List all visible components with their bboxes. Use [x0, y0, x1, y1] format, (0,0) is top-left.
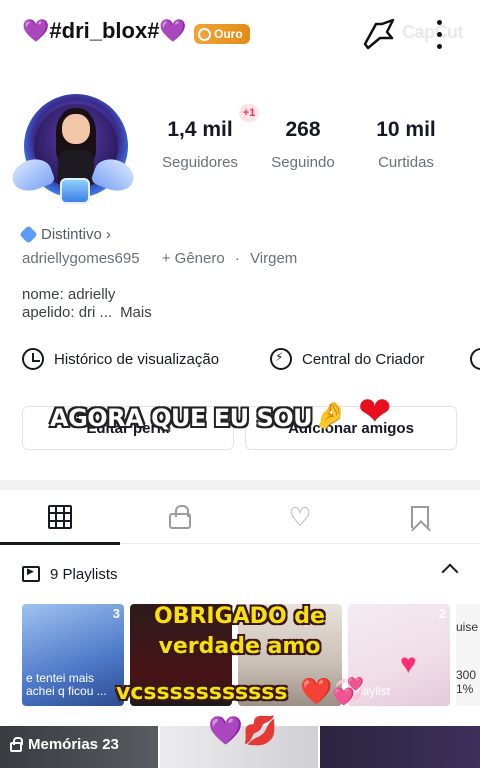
- profile-username: 💜#dri_blox#💜: [22, 18, 187, 43]
- following-count: 268: [285, 118, 321, 141]
- playlists-header[interactable]: 9 Playlists: [22, 562, 462, 586]
- bio-line: apelido: dri ... Mais: [22, 304, 152, 321]
- playlists-title: 9 Playlists: [50, 565, 118, 583]
- stat-following[interactable]: 268 Seguindo: [253, 118, 353, 171]
- badge-label: Ouro: [214, 27, 243, 41]
- frame-emblem-icon: [60, 178, 90, 204]
- playlist-thumb-text: uise: [456, 620, 479, 634]
- pinched-fingers-emoji: 🤌: [314, 400, 347, 430]
- profile-handle: adriellygomes695: [22, 250, 140, 267]
- headphones-icon[interactable]: [470, 348, 480, 370]
- creator-center-shortcut[interactable]: Central do Criador: [270, 346, 425, 372]
- playlist-icon: [22, 566, 40, 582]
- stat-followers[interactable]: 1,4 mil Seguidores: [150, 118, 250, 171]
- memories-label: Memórias 23: [28, 736, 119, 753]
- lock-icon: [10, 736, 23, 752]
- following-label: Seguindo: [271, 154, 335, 171]
- caption-line: OBRIGADO de: [154, 604, 325, 629]
- more-options-icon[interactable]: [434, 16, 444, 58]
- bio: nome: adrielly apelido: dri ... Mais: [22, 286, 152, 322]
- followers-label: Seguidores: [162, 154, 238, 171]
- grid-icon: [48, 505, 72, 529]
- share-icon[interactable]: [362, 18, 396, 50]
- caption-line: verdade amo: [158, 634, 321, 659]
- likes-count: 10 mil: [376, 118, 436, 141]
- purple-heart-kiss-emoji: 💜💋: [208, 715, 278, 746]
- lightning-icon: [270, 348, 292, 370]
- memories-thumb[interactable]: Memórias 23: [0, 726, 158, 768]
- badge-hex-icon: [19, 225, 38, 244]
- capcut-watermark: CapCut: [402, 22, 464, 42]
- video-caption-middle: OBRIGADO de verdade amo: [154, 602, 325, 662]
- red-heart-emoji: ❤: [358, 390, 392, 434]
- bio-more-link[interactable]: Mais: [120, 304, 152, 321]
- history-shortcut[interactable]: Histórico de visualização: [22, 346, 219, 372]
- coin-icon: [198, 27, 211, 41]
- tab-videos[interactable]: [0, 490, 120, 545]
- followers-count: 1,4 mil: [167, 118, 233, 141]
- video-caption-top: AGORA QUE EU SOU: [50, 404, 313, 432]
- playlist-count: 3: [112, 606, 120, 621]
- playlist-count: 2: [438, 606, 446, 621]
- likes-label: Curtidas: [378, 154, 434, 171]
- stat-likes[interactable]: 10 mil Curtidas: [356, 118, 456, 171]
- video-thumb[interactable]: [320, 726, 480, 768]
- tab-private[interactable]: [120, 490, 240, 544]
- video-caption-bottom: vcsssssssssss: [116, 680, 288, 705]
- avatar[interactable]: [8, 90, 138, 210]
- hearts-emoji: ❤️💞: [300, 676, 365, 706]
- profile-tabs: ♡: [0, 490, 480, 545]
- history-label: Histórico de visualização: [54, 350, 220, 368]
- lock-icon: [169, 505, 191, 529]
- heart-icon: ♥: [400, 648, 417, 679]
- tab-liked[interactable]: ♡: [240, 490, 360, 544]
- clock-icon: [22, 348, 44, 370]
- bookmark-icon: [411, 506, 429, 528]
- playlist-thumb[interactable]: 3 e tentei mais achei q ficou ...: [22, 604, 124, 706]
- gender-button[interactable]: + Gênero: [162, 250, 225, 267]
- playlist-thumb[interactable]: uise 300 1%: [456, 604, 480, 706]
- distintivo-link[interactable]: Distintivo ›: [19, 225, 111, 244]
- memories-label-group: Memórias 23: [10, 736, 119, 753]
- distintivo-label: Distintivo: [41, 226, 102, 243]
- gold-badge[interactable]: Ouro: [194, 24, 250, 44]
- playlist-thumb-text: 300 1%: [456, 668, 477, 696]
- chevron-right-icon: ›: [105, 226, 111, 243]
- creator-center-label: Central do Criador: [302, 350, 425, 368]
- heart-outline-icon: ♡: [288, 501, 312, 532]
- profile-meta: adriellygomes695 + Gênero · Virgem: [22, 250, 303, 267]
- zodiac-label: Virgem: [250, 250, 298, 267]
- section-divider: [0, 480, 480, 490]
- top-bar: 💜#dri_blox#💜 Ouro CapCut: [0, 0, 480, 66]
- tab-saved[interactable]: [360, 490, 480, 544]
- meta-separator: ·: [234, 250, 240, 267]
- playlist-thumb-text: e tentei mais achei q ficou ...: [26, 671, 107, 698]
- bio-line: nome: adrielly: [22, 286, 116, 303]
